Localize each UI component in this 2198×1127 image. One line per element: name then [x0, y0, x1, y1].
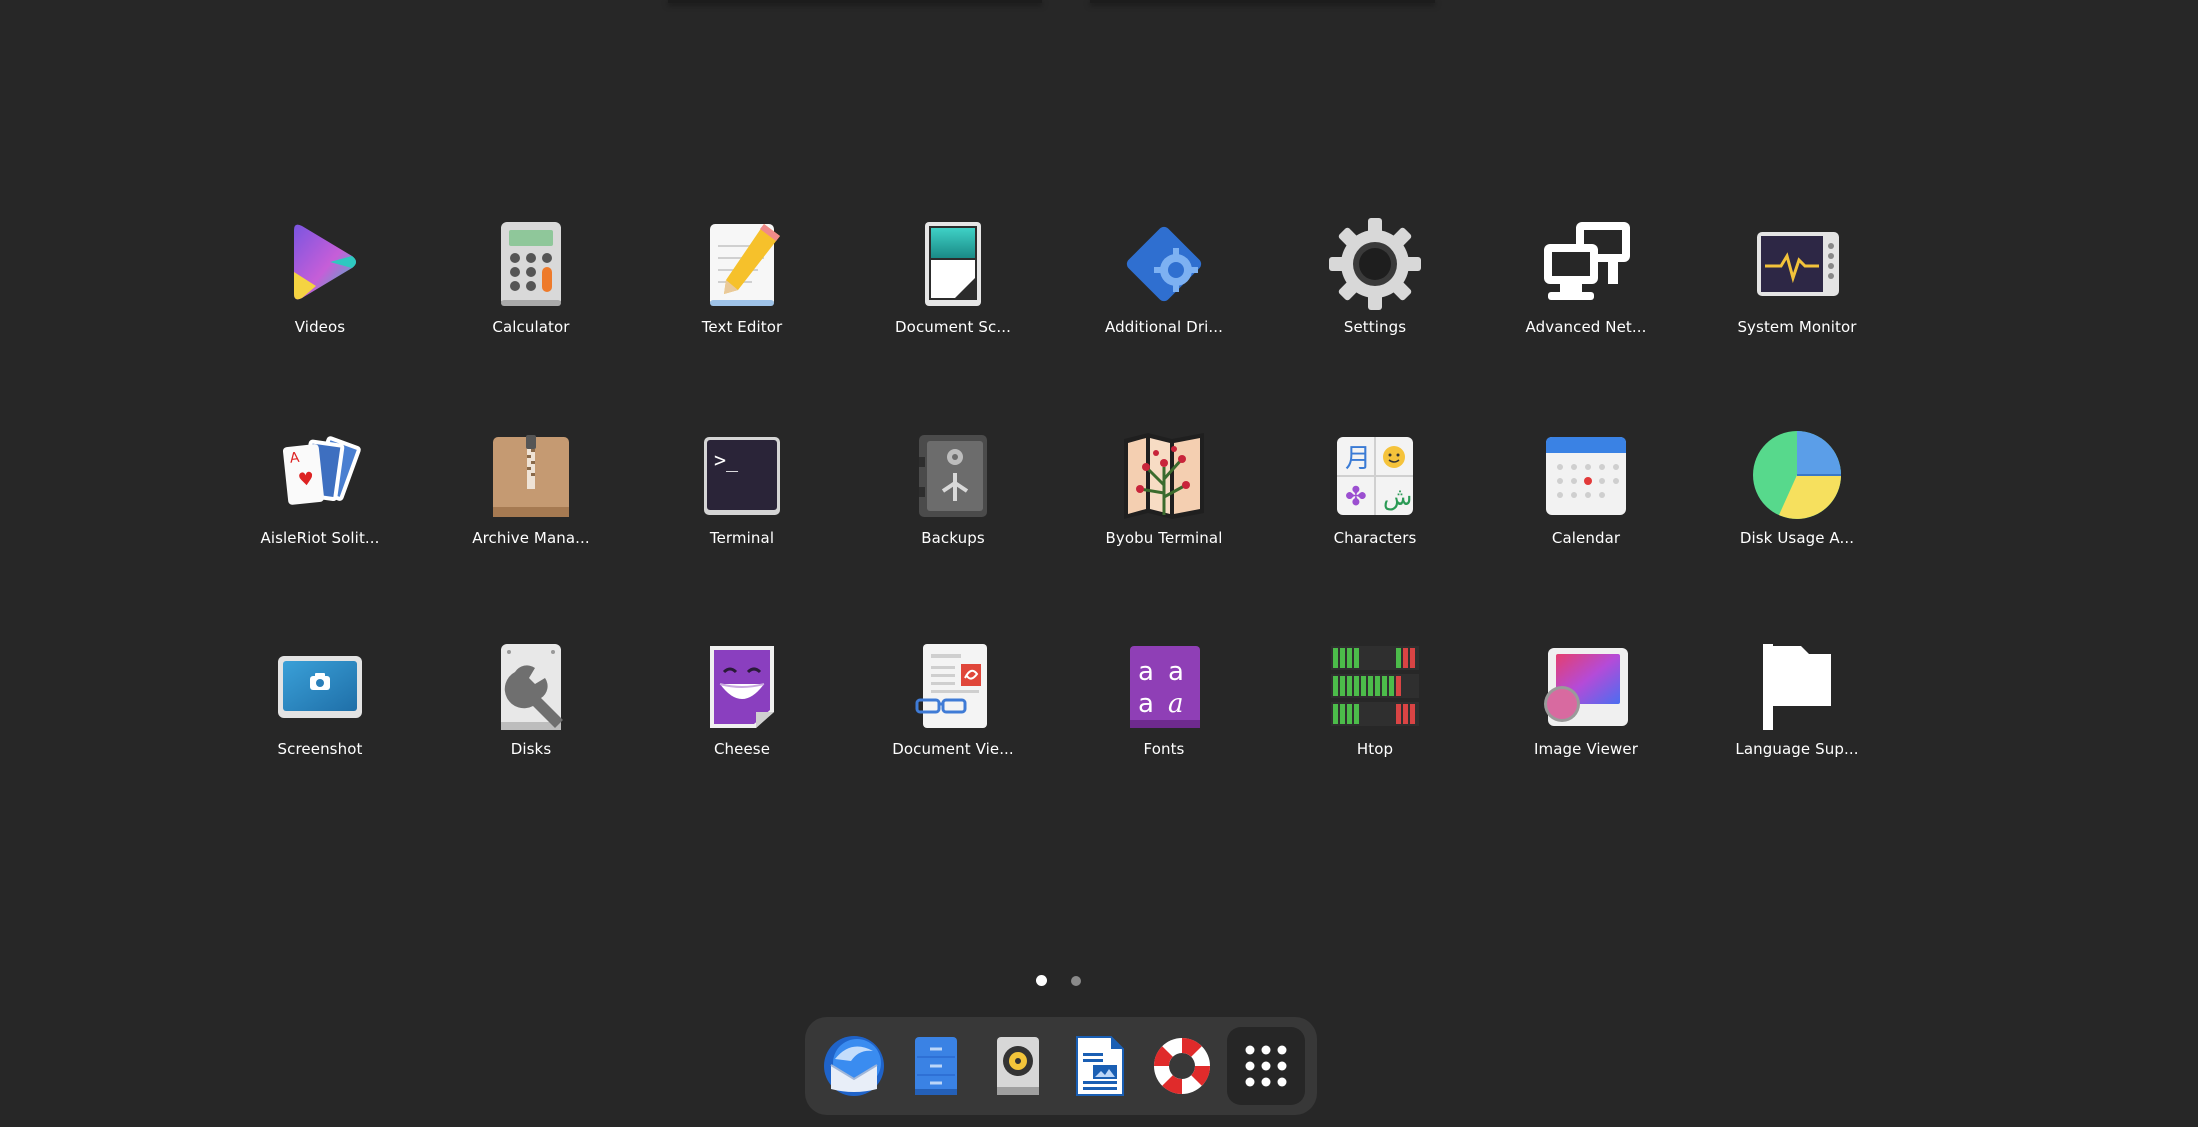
svg-text:a: a [1168, 689, 1184, 719]
characters-icon: 月 ✤ ش [1327, 427, 1423, 523]
app-label: Language Sup... [1735, 740, 1859, 758]
svg-text:a: a [1138, 689, 1154, 719]
app-fonts[interactable]: aa aa Fonts [1064, 624, 1264, 814]
app-disks[interactable]: Disks [431, 624, 631, 814]
aisleriot-cards-icon: A ♥ [272, 427, 368, 523]
text-editor-icon [694, 216, 790, 312]
svg-text:a: a [1138, 657, 1154, 687]
app-htop[interactable]: Htop [1275, 624, 1475, 814]
language-flag-icon [1749, 638, 1845, 734]
app-calculator[interactable]: Calculator [431, 202, 631, 392]
app-document-scanner[interactable]: Document Sc... [853, 202, 1053, 392]
app-label: Settings [1343, 318, 1407, 336]
files-cabinet-icon [915, 1037, 957, 1095]
writer-document-icon [1076, 1036, 1124, 1096]
app-label: Backups [921, 529, 985, 547]
app-label: Terminal [709, 529, 775, 547]
app-label: Archive Mana... [472, 529, 590, 547]
app-label: AisleRiot Solit... [260, 529, 380, 547]
help-lifebuoy-icon [1154, 1038, 1210, 1094]
app-label: Additional Dri... [1105, 318, 1223, 336]
svg-text:>_: >_ [714, 448, 739, 472]
show-apps-grid-icon [1245, 1045, 1287, 1087]
app-label: Disk Usage A... [1739, 529, 1855, 547]
videos-icon [272, 216, 368, 312]
byobu-map-icon [1116, 427, 1212, 523]
app-archive-manager[interactable]: Archive Mana... [431, 413, 631, 603]
system-monitor-icon [1749, 216, 1845, 312]
app-videos[interactable]: Videos [220, 202, 420, 392]
archive-box-icon [483, 427, 579, 523]
svg-text:ش: ش [1383, 483, 1412, 511]
app-label: Screenshot [277, 740, 363, 758]
calculator-icon [483, 216, 579, 312]
app-terminal[interactable]: >_ Terminal [642, 413, 842, 603]
terminal-icon: >_ [694, 427, 790, 523]
app-label: Advanced Net... [1525, 318, 1647, 336]
cheese-face-icon [694, 638, 790, 734]
app-language-support[interactable]: Language Sup... [1697, 624, 1897, 814]
page-indicator [1036, 975, 1081, 986]
app-label: Text Editor [701, 318, 783, 336]
app-grid: Videos Calculator Text Editor Document S… [0, 0, 2198, 1127]
app-label: Document Sc... [895, 318, 1011, 336]
app-label: Disks [510, 740, 552, 758]
app-label: Characters [1333, 529, 1417, 547]
app-screenshot[interactable]: Screenshot [220, 624, 420, 814]
svg-text:♥: ♥ [297, 468, 315, 491]
disk-usage-pie-icon [1749, 427, 1845, 523]
svg-text:a: a [1168, 657, 1184, 687]
additional-drivers-icon [1116, 216, 1212, 312]
rhythmbox-speaker-icon [997, 1037, 1039, 1095]
htop-bars-icon [1327, 638, 1423, 734]
app-backups[interactable]: Backups [853, 413, 1053, 603]
dock-thunderbird[interactable] [815, 1027, 893, 1105]
app-aisleriot-solitaire[interactable]: A ♥ AisleRiot Solit... [220, 413, 420, 603]
document-scanner-icon [905, 216, 1001, 312]
svg-text:月: 月 [1345, 444, 1371, 474]
disks-wrench-icon [483, 638, 579, 734]
app-text-editor[interactable]: Text Editor [642, 202, 842, 392]
backups-safe-icon [905, 427, 1001, 523]
dock [805, 1017, 1317, 1115]
svg-text:✤: ✤ [1345, 482, 1367, 512]
app-advanced-network[interactable]: Advanced Net... [1486, 202, 1686, 392]
document-viewer-icon [905, 638, 1001, 734]
dock-files[interactable] [897, 1027, 975, 1105]
app-calendar[interactable]: Calendar [1486, 413, 1686, 603]
page-dot-1[interactable] [1036, 975, 1047, 986]
app-label: Document Vie... [892, 740, 1014, 758]
app-label: Cheese [713, 740, 771, 758]
app-system-monitor[interactable]: System Monitor [1697, 202, 1897, 392]
settings-gear-icon [1327, 216, 1423, 312]
app-document-viewer[interactable]: Document Vie... [853, 624, 1053, 814]
app-label: Image Viewer [1534, 740, 1638, 758]
app-label: Videos [294, 318, 346, 336]
app-settings[interactable]: Settings [1275, 202, 1475, 392]
image-viewer-icon [1538, 638, 1634, 734]
fonts-icon: aa aa [1116, 638, 1212, 734]
app-characters[interactable]: 月 ✤ ش Characters [1275, 413, 1475, 603]
app-label: System Monitor [1737, 318, 1857, 336]
calendar-icon [1538, 427, 1634, 523]
dock-libreoffice-writer[interactable] [1061, 1027, 1139, 1105]
app-label: Htop [1356, 740, 1394, 758]
app-label: Calendar [1551, 529, 1621, 547]
app-cheese[interactable]: Cheese [642, 624, 842, 814]
advanced-network-icon [1538, 216, 1634, 312]
app-disk-usage-analyzer[interactable]: Disk Usage A... [1697, 413, 1897, 603]
app-label: Fonts [1143, 740, 1185, 758]
app-byobu-terminal[interactable]: Byobu Terminal [1064, 413, 1264, 603]
screenshot-camera-icon [272, 638, 368, 734]
app-label: Calculator [492, 318, 570, 336]
app-label: Byobu Terminal [1105, 529, 1223, 547]
app-image-viewer[interactable]: Image Viewer [1486, 624, 1686, 814]
page-dot-2[interactable] [1071, 975, 1081, 986]
dock-show-applications[interactable] [1227, 1027, 1305, 1105]
dock-rhythmbox[interactable] [979, 1027, 1057, 1105]
app-additional-drivers[interactable]: Additional Dri... [1064, 202, 1264, 392]
thunderbird-mail-icon [824, 1036, 884, 1096]
dock-help[interactable] [1143, 1027, 1221, 1105]
